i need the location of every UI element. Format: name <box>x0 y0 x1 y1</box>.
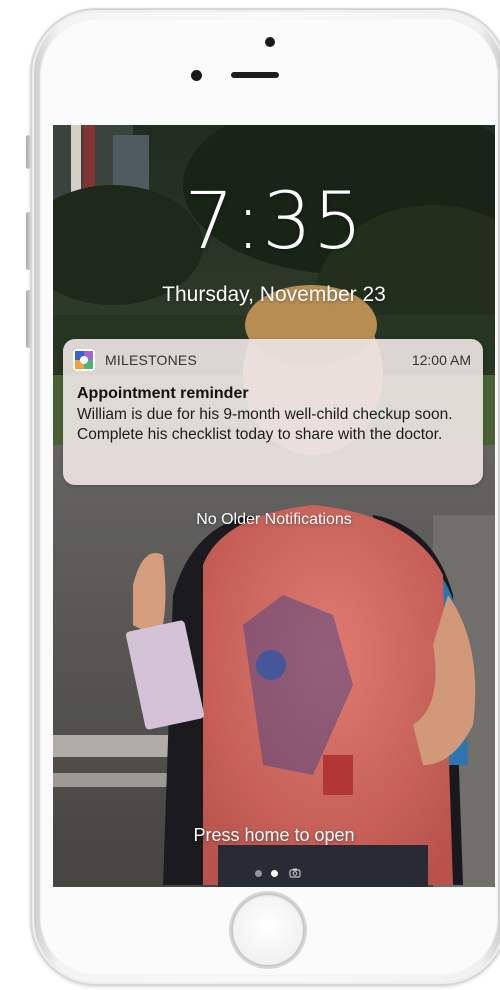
notification-card[interactable]: MILESTONES 12:00 AM Appointment reminder… <box>63 339 483 485</box>
volume-down-button <box>26 290 31 348</box>
notification-title: Appointment reminder <box>77 385 249 402</box>
notification-time: 12:00 AM <box>411 352 471 368</box>
page-dot-1 <box>255 870 262 877</box>
notification-header: MILESTONES 12:00 AM <box>73 349 471 371</box>
home-button[interactable] <box>231 893 305 967</box>
volume-up-button <box>26 212 31 270</box>
earpiece-speaker <box>231 72 279 78</box>
notification-app-name: MILESTONES <box>105 352 197 368</box>
no-older-notifications-label: No Older Notifications <box>196 511 352 528</box>
page-indicator <box>249 867 309 879</box>
lock-screen-clock: 7:35 <box>184 177 364 267</box>
lock-screen[interactable]: 7:35 Thursday, November 23 MILESTONES 12… <box>53 125 495 887</box>
milestones-app-icon <box>73 349 95 371</box>
page: 7:35 Thursday, November 23 MILESTONES 12… <box>0 0 500 990</box>
notification-body: William is due for his 9-month well-chil… <box>77 406 453 443</box>
front-camera <box>265 37 275 47</box>
camera-icon <box>289 868 301 878</box>
proximity-sensor <box>191 70 202 81</box>
page-dot-2-active <box>271 870 278 877</box>
lock-screen-date: Thursday, November 23 <box>162 283 386 306</box>
mute-switch <box>26 135 31 169</box>
press-home-hint: Press home to open <box>193 825 355 845</box>
